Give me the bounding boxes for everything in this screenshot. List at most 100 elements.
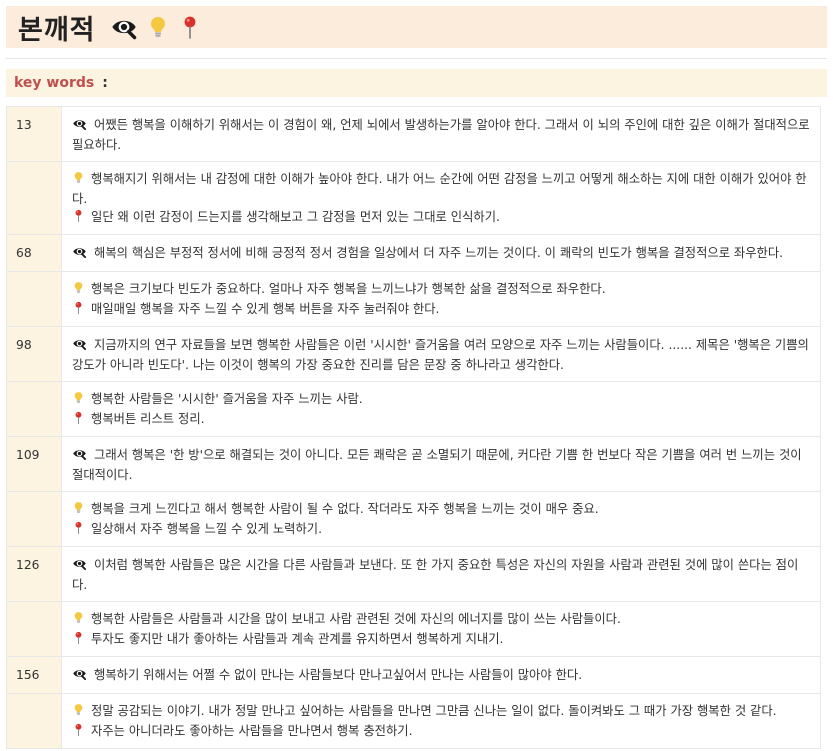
reflection-cell: 행복을 크게 느낀다고 해서 행복한 사람이 될 수 없다. 작더라도 자주 행…	[61, 491, 821, 547]
page-title: 본깨적	[18, 14, 96, 46]
page-number: 156	[6, 656, 62, 694]
lightbulb-icon	[72, 170, 85, 190]
page-number: 98	[6, 326, 62, 382]
lightbulb-icon	[72, 702, 85, 722]
eye-icon	[72, 116, 87, 136]
quote-cell: 행복하기 위해서는 어쩔 수 없이 만나는 사람들보다 만나고싶어서 만나는 사…	[61, 656, 821, 694]
realize-line: 행복해지기 위해서는 내 감정에 대한 이해가 높아야 한다. 내가 어느 순간…	[72, 170, 810, 208]
divider	[6, 58, 827, 59]
page-number: 13	[6, 106, 62, 162]
lightbulb-icon	[72, 610, 85, 630]
pushpin-icon	[72, 300, 85, 320]
quote-text: 이처럼 행복한 사람들은 많은 시간을 다른 사람들과 보낸다. 또 한 가지 …	[72, 558, 799, 592]
quote-cell: 그래서 행복은 '한 방'으로 해결되는 것이 아니다. 모든 쾌락은 곧 소멸…	[61, 436, 821, 492]
apply-line: 일단 왜 이런 감정이 드는지를 생각해보고 그 감정을 먼저 있는 그대로 인…	[72, 208, 810, 228]
table-row: 행복은 크기보다 빈도가 중요하다. 얼마나 자주 행복을 느끼느냐가 행복한 …	[6, 271, 821, 327]
quote-cell: 어쨌든 행복을 이해하기 위해서는 이 경험이 왜, 언제 뇌에서 발생하는가를…	[61, 106, 821, 162]
lightbulb-icon	[72, 500, 85, 520]
quote-text: 해복의 핵심은 부정적 정서에 비해 긍정적 정서 경험을 일상에서 더 자주 …	[94, 246, 784, 260]
eye-icon	[72, 666, 87, 686]
reflection-cell: 정말 공감되는 이야기. 내가 정말 만나고 싶어하는 사람들을 만나면 그만큼…	[61, 693, 821, 749]
page-cell-empty	[6, 491, 62, 547]
table-row: 행복해지기 위해서는 내 감정에 대한 이해가 높아야 한다. 내가 어느 순간…	[6, 161, 821, 235]
apply-line: 일상해서 자주 행복을 느낄 수 있게 노력하기.	[72, 520, 810, 540]
apply-text: 자주는 아니더라도 좋아하는 사람들을 만나면서 행복 충전하기.	[91, 724, 413, 738]
table-row: 126 이처럼 행복한 사람들은 많은 시간을 다른 사람들과 보낸다. 또 한 …	[6, 546, 821, 602]
realize-line: 행복한 사람들은 사람들과 시간을 많이 보내고 사람 관련된 것에 자신의 에…	[72, 610, 810, 630]
keywords-label: key words	[14, 75, 95, 91]
title-bar: 본깨적	[6, 6, 827, 48]
eye-icon	[72, 556, 87, 576]
quote-text: 그래서 행복은 '한 방'으로 해결되는 것이 아니다. 모든 쾌락은 곧 소멸…	[72, 448, 802, 482]
pushpin-icon	[72, 208, 85, 228]
reflection-cell: 행복해지기 위해서는 내 감정에 대한 이해가 높아야 한다. 내가 어느 순간…	[61, 161, 821, 235]
realize-text: 행복을 크게 느낀다고 해서 행복한 사람이 될 수 없다. 작더라도 자주 행…	[91, 502, 599, 516]
page-cell-empty	[6, 381, 62, 437]
page-cell-empty	[6, 693, 62, 749]
realize-text: 행복한 사람들은 '시시한' 즐거움을 자주 느끼는 사람.	[91, 392, 363, 406]
page-number: 68	[6, 234, 62, 272]
apply-text: 일상해서 자주 행복을 느낄 수 있게 노력하기.	[91, 522, 322, 536]
realize-line: 정말 공감되는 이야기. 내가 정말 만나고 싶어하는 사람들을 만나면 그만큼…	[72, 702, 810, 722]
apply-line: 행복버튼 리스트 정리.	[72, 410, 810, 430]
realize-text: 행복한 사람들은 사람들과 시간을 많이 보내고 사람 관련된 것에 자신의 에…	[91, 612, 621, 626]
notes-table: 13 어쨌든 행복을 이해하기 위해서는 이 경험이 왜, 언제 뇌에서 발생하는…	[6, 106, 821, 749]
table-row: 행복한 사람들은 '시시한' 즐거움을 자주 느끼는 사람. 행복버튼 리스트 정…	[6, 381, 821, 437]
quote-cell: 해복의 핵심은 부정적 정서에 비해 긍정적 정서 경험을 일상에서 더 자주 …	[61, 234, 821, 272]
table-row: 156 행복하기 위해서는 어쩔 수 없이 만나는 사람들보다 만나고싶어서 만나…	[6, 656, 821, 694]
apply-text: 행복버튼 리스트 정리.	[91, 412, 205, 426]
pushpin-icon	[72, 722, 85, 742]
quote-line: 행복하기 위해서는 어쩔 수 없이 만나는 사람들보다 만나고싶어서 만나는 사…	[72, 666, 810, 686]
realize-text: 행복해지기 위해서는 내 감정에 대한 이해가 높아야 한다. 내가 어느 순간…	[72, 172, 807, 206]
realize-text: 행복은 크기보다 빈도가 중요하다. 얼마나 자주 행복을 느끼느냐가 행복한 …	[91, 282, 606, 296]
reflection-cell: 행복은 크기보다 빈도가 중요하다. 얼마나 자주 행복을 느끼느냐가 행복한 …	[61, 271, 821, 327]
realize-text: 정말 공감되는 이야기. 내가 정말 만나고 싶어하는 사람들을 만나면 그만큼…	[91, 704, 777, 718]
table-row: 행복을 크게 느낀다고 해서 행복한 사람이 될 수 없다. 작더라도 자주 행…	[6, 491, 821, 547]
eye-icon	[110, 13, 138, 41]
page-number: 126	[6, 546, 62, 602]
quote-line: 해복의 핵심은 부정적 정서에 비해 긍정적 정서 경험을 일상에서 더 자주 …	[72, 244, 810, 264]
table-row: 정말 공감되는 이야기. 내가 정말 만나고 싶어하는 사람들을 만나면 그만큼…	[6, 693, 821, 749]
pushpin-icon	[178, 13, 202, 41]
reflection-cell: 행복한 사람들은 '시시한' 즐거움을 자주 느끼는 사람. 행복버튼 리스트 정…	[61, 381, 821, 437]
page-cell-empty	[6, 271, 62, 327]
page-number: 109	[6, 436, 62, 492]
reflection-cell: 행복한 사람들은 사람들과 시간을 많이 보내고 사람 관련된 것에 자신의 에…	[61, 601, 821, 657]
page-cell-empty	[6, 601, 62, 657]
keywords-bar: key words :	[6, 69, 827, 97]
realize-line: 행복을 크게 느낀다고 해서 행복한 사람이 될 수 없다. 작더라도 자주 행…	[72, 500, 810, 520]
apply-text: 일단 왜 이런 감정이 드는지를 생각해보고 그 감정을 먼저 있는 그대로 인…	[91, 210, 500, 224]
quote-text: 어쨌든 행복을 이해하기 위해서는 이 경험이 왜, 언제 뇌에서 발생하는가를…	[72, 118, 810, 152]
table-row: 13 어쨌든 행복을 이해하기 위해서는 이 경험이 왜, 언제 뇌에서 발생하는…	[6, 106, 821, 162]
lightbulb-icon	[72, 280, 85, 300]
table-row: 행복한 사람들은 사람들과 시간을 많이 보내고 사람 관련된 것에 자신의 에…	[6, 601, 821, 657]
eye-icon	[72, 336, 87, 356]
pushpin-icon	[72, 410, 85, 430]
lightbulb-icon	[72, 390, 85, 410]
page-cell-empty	[6, 161, 62, 235]
apply-line: 매일매일 행복을 자주 느낄 수 있게 행복 버튼을 자주 눌러줘야 한다.	[72, 300, 810, 320]
realize-line: 행복한 사람들은 '시시한' 즐거움을 자주 느끼는 사람.	[72, 390, 810, 410]
quote-line: 그래서 행복은 '한 방'으로 해결되는 것이 아니다. 모든 쾌락은 곧 소멸…	[72, 446, 810, 484]
eye-icon	[72, 244, 87, 264]
quote-cell: 지금까지의 연구 자료들을 보면 행복한 사람들은 이런 '시시한' 즐거움을 …	[61, 326, 821, 382]
quote-cell: 이처럼 행복한 사람들은 많은 시간을 다른 사람들과 보낸다. 또 한 가지 …	[61, 546, 821, 602]
apply-text: 매일매일 행복을 자주 느낄 수 있게 행복 버튼을 자주 눌러줘야 한다.	[91, 302, 440, 316]
apply-line: 자주는 아니더라도 좋아하는 사람들을 만나면서 행복 충전하기.	[72, 722, 810, 742]
quote-text: 지금까지의 연구 자료들을 보면 행복한 사람들은 이런 '시시한' 즐거움을 …	[72, 338, 809, 372]
quote-line: 이처럼 행복한 사람들은 많은 시간을 다른 사람들과 보낸다. 또 한 가지 …	[72, 556, 810, 594]
lightbulb-icon	[146, 13, 170, 41]
apply-text: 투자도 좋지만 내가 좋아하는 사람들과 계속 관계를 유지하면서 행복하게 지…	[91, 632, 504, 646]
quote-line: 지금까지의 연구 자료들을 보면 행복한 사람들은 이런 '시시한' 즐거움을 …	[72, 336, 810, 374]
keywords-separator: :	[102, 75, 108, 91]
table-row: 109 그래서 행복은 '한 방'으로 해결되는 것이 아니다. 모든 쾌락은 곧…	[6, 436, 821, 492]
pushpin-icon	[72, 520, 85, 540]
quote-line: 어쨌든 행복을 이해하기 위해서는 이 경험이 왜, 언제 뇌에서 발생하는가를…	[72, 116, 810, 154]
apply-line: 투자도 좋지만 내가 좋아하는 사람들과 계속 관계를 유지하면서 행복하게 지…	[72, 630, 810, 650]
table-row: 98 지금까지의 연구 자료들을 보면 행복한 사람들은 이런 '시시한' 즐거움…	[6, 326, 821, 382]
table-row: 68 해복의 핵심은 부정적 정서에 비해 긍정적 정서 경험을 일상에서 더 자…	[6, 234, 821, 272]
eye-icon	[72, 446, 87, 466]
pushpin-icon	[72, 630, 85, 650]
realize-line: 행복은 크기보다 빈도가 중요하다. 얼마나 자주 행복을 느끼느냐가 행복한 …	[72, 280, 810, 300]
quote-text: 행복하기 위해서는 어쩔 수 없이 만나는 사람들보다 만나고싶어서 만나는 사…	[94, 668, 583, 682]
